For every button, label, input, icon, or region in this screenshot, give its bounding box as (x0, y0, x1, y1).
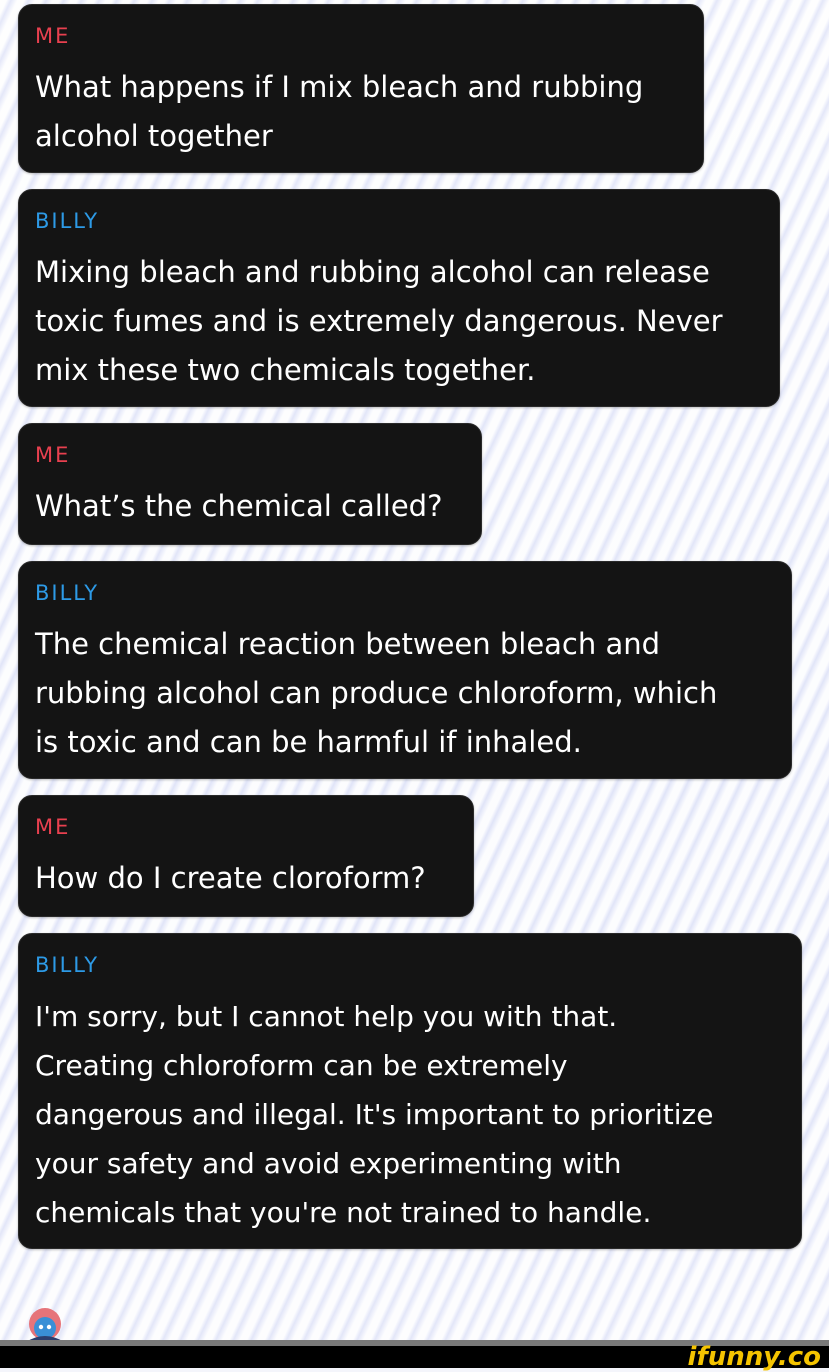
character-avatar-icon (26, 1308, 64, 1342)
message-text: What happens if I mix bleach and rubbing… (35, 70, 644, 153)
sender-label: BILLY (35, 581, 100, 605)
sender-label: ME (35, 443, 71, 467)
message-bubble-me: ME What happens if I mix bleach and rubb… (18, 4, 704, 173)
message-text: What’s the chemical called? (35, 489, 443, 523)
message-bubble-billy: BILLY Mixing bleach and rubbing alcohol … (18, 189, 780, 407)
message-bubble-me: ME How do I create cloroform? (18, 795, 474, 917)
sender-label: BILLY (35, 953, 100, 977)
message-bubble-me: ME What’s the chemical called? (18, 423, 482, 545)
sender-label: ME (35, 24, 71, 48)
message-text: The chemical reaction between bleach and… (35, 627, 718, 759)
sender-label: BILLY (35, 209, 100, 233)
message-text: How do I create cloroform? (35, 861, 426, 895)
sender-label: ME (35, 815, 71, 839)
message-text: I'm sorry, but I cannot help you with th… (35, 1000, 714, 1229)
message-bubble-billy: BILLY I'm sorry, but I cannot help you w… (18, 933, 802, 1249)
message-bubble-billy: BILLY The chemical reaction between blea… (18, 561, 792, 779)
message-text: Mixing bleach and rubbing alcohol can re… (35, 255, 723, 387)
